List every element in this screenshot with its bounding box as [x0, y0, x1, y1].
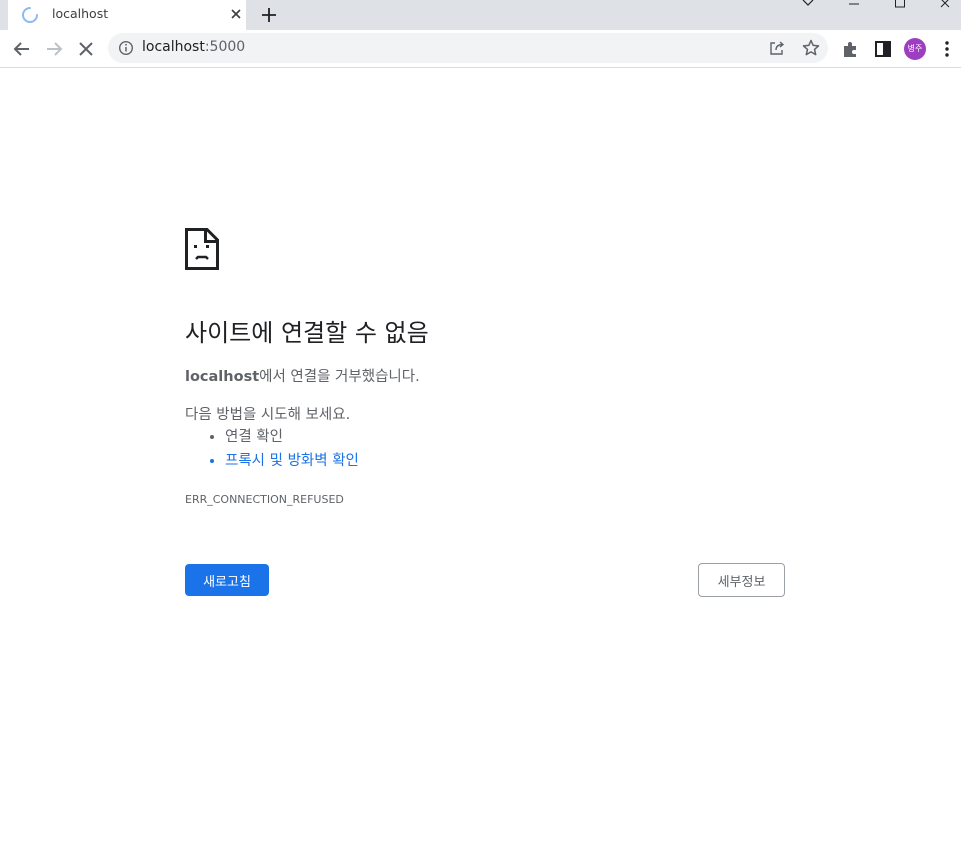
info-icon[interactable]: [118, 40, 134, 56]
maximize-icon[interactable]: [885, 0, 915, 30]
side-panel-icon[interactable]: [872, 38, 894, 60]
back-arrow-icon[interactable]: [11, 38, 33, 60]
window-close-icon[interactable]: [931, 0, 961, 30]
error-heading: 사이트에 연결할 수 없음: [185, 319, 429, 347]
url-port: :5000: [204, 39, 246, 55]
suggestion-check-proxy-firewall-link[interactable]: 프록시 및 방화벽 확인: [225, 451, 359, 475]
tab-close-icon[interactable]: [227, 5, 245, 23]
error-description-text: 에서 연결을 거부했습니다.: [259, 369, 420, 385]
profile-avatar[interactable]: 병주: [904, 38, 926, 60]
more-menu-icon[interactable]: [936, 38, 958, 60]
stop-loading-icon[interactable]: [75, 38, 97, 60]
new-tab-plus-icon[interactable]: [258, 4, 280, 26]
spinner-icon: [22, 7, 38, 23]
address-bar[interactable]: localhost:5000: [108, 33, 828, 63]
bookmark-star-icon[interactable]: [801, 38, 821, 58]
error-description: localhost에서 연결을 거부했습니다.: [185, 365, 420, 386]
share-icon[interactable]: [768, 39, 786, 57]
error-host: localhost: [185, 369, 260, 385]
browser-toolbar: localhost:5000 병주: [0, 30, 961, 68]
tab-title: localhost: [52, 6, 109, 21]
url-text[interactable]: localhost:5000: [142, 39, 245, 55]
minimize-icon[interactable]: [839, 0, 869, 30]
sad-page-icon: [185, 228, 219, 270]
suggestions-heading: 다음 방법을 시도해 보세요.: [185, 407, 351, 423]
url-host: localhost: [142, 39, 205, 55]
tab-strip: localhost: [0, 0, 961, 30]
suggestions-list: 연결 확인 프록시 및 방화벽 확인: [207, 427, 359, 475]
tab-search-icon[interactable]: [793, 0, 823, 30]
reload-button[interactable]: 새로고침: [185, 564, 269, 596]
tab-localhost[interactable]: localhost: [8, 0, 246, 30]
extensions-puzzle-icon[interactable]: [840, 38, 862, 60]
error-code: ERR_CONNECTION_REFUSED: [185, 493, 344, 506]
suggestion-check-connection: 연결 확인: [225, 427, 359, 451]
details-button[interactable]: 세부정보: [698, 563, 785, 597]
forward-arrow-icon[interactable]: [43, 38, 65, 60]
